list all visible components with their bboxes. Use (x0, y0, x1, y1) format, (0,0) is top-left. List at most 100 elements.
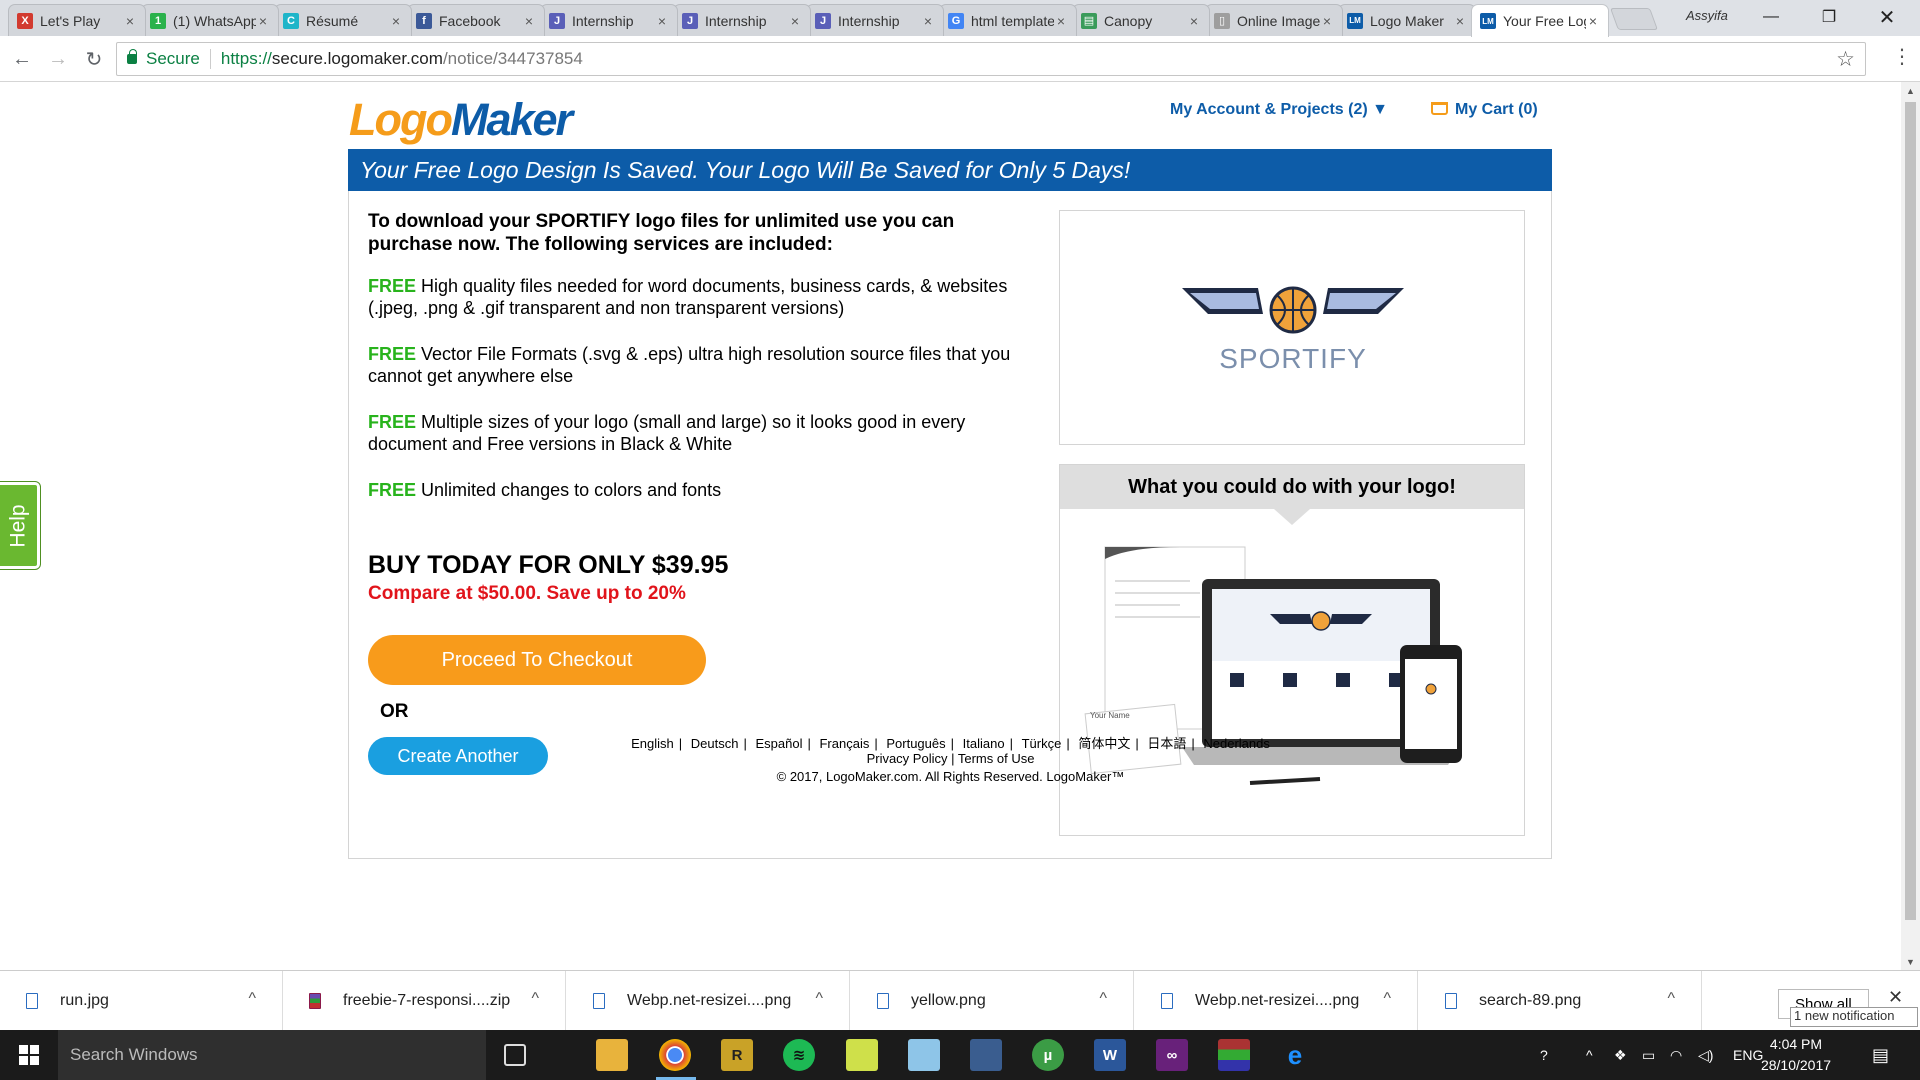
lang-link-english[interactable]: English (631, 736, 674, 751)
tray-overflow-icon[interactable]: ^ (1586, 1030, 1593, 1080)
sticky-notes-icon[interactable] (846, 1039, 878, 1071)
scroll-up-icon[interactable]: ▲ (1901, 82, 1920, 99)
profile-name[interactable]: Assyifa (1686, 8, 1728, 23)
tab-title: Logo Maker (1370, 12, 1444, 29)
browser-tab[interactable]: J Internship × (673, 4, 811, 36)
terms-of-use-link[interactable]: Terms of Use (958, 751, 1035, 766)
tab-title: Let's Play (40, 12, 101, 29)
lang-link-francais[interactable]: Français (819, 736, 869, 751)
tab-close-icon[interactable]: × (655, 13, 669, 29)
address-bar[interactable]: Secure https://secure.logomaker.com/noti… (116, 42, 1866, 76)
windows-search-box[interactable]: Search Windows (58, 1030, 486, 1080)
remote-desktop-icon[interactable] (970, 1039, 1002, 1071)
scroll-thumb[interactable] (1905, 102, 1916, 920)
chevron-up-icon[interactable]: ^ (1099, 990, 1107, 1008)
browser-tab[interactable]: LM Logo Maker × (1338, 4, 1476, 36)
download-item[interactable]: Webp.net-resizei....png ^ (1135, 971, 1418, 1031)
winrar-icon[interactable] (1218, 1039, 1250, 1071)
tab-close-icon[interactable]: × (1453, 13, 1467, 29)
word-icon[interactable]: W (1094, 1039, 1126, 1071)
tab-close-icon[interactable]: × (921, 13, 935, 29)
chevron-up-icon[interactable]: ^ (1667, 990, 1675, 1008)
wifi-icon[interactable]: ◠ (1670, 1030, 1682, 1080)
forward-icon[interactable]: → (44, 45, 72, 73)
download-item[interactable]: Webp.net-resizei....png ^ (567, 971, 850, 1031)
rstudio-icon[interactable]: R (721, 1039, 753, 1071)
account-projects-link[interactable]: My Account & Projects (2) ▼ (1170, 101, 1388, 119)
tab-close-icon[interactable]: × (1586, 13, 1600, 29)
tab-close-icon[interactable]: × (256, 13, 270, 29)
task-view-icon[interactable] (504, 1044, 526, 1066)
browser-tab[interactable]: Ghtml template × (939, 4, 1077, 36)
lang-link-nederlands[interactable]: Nederlands (1203, 736, 1270, 751)
browser-tab[interactable]: J Internship × (806, 4, 944, 36)
tab-close-icon[interactable]: × (1054, 13, 1068, 29)
brand-name: SPORTIFY (1219, 343, 1367, 374)
chrome-icon[interactable] (659, 1039, 691, 1071)
secure-label: Secure (146, 49, 200, 68)
chevron-up-icon[interactable]: ^ (248, 990, 256, 1008)
lang-link-portugues[interactable]: Português (886, 736, 945, 751)
battery-icon[interactable]: ▭ (1642, 1030, 1655, 1080)
close-window-icon[interactable]: ✕ (1858, 0, 1916, 34)
reload-icon[interactable]: ↻ (80, 45, 108, 73)
back-icon[interactable]: ← (8, 45, 36, 73)
proceed-to-checkout-button[interactable]: Proceed To Checkout (368, 635, 706, 685)
lang-link-chinese[interactable]: 简体中文 (1078, 736, 1130, 751)
visual-studio-icon[interactable]: ∞ (1156, 1039, 1188, 1071)
tab-title: Online Image (1237, 12, 1320, 29)
new-tab-button[interactable] (1609, 8, 1659, 30)
browser-tab[interactable]: f Facebook × (407, 4, 545, 36)
restore-icon[interactable]: ❐ (1800, 0, 1858, 34)
browser-tab[interactable]: LM Your Free Logo× (1471, 4, 1609, 37)
vertical-scrollbar[interactable]: ▲ ▼ (1901, 82, 1920, 970)
tab-close-icon[interactable]: × (788, 13, 802, 29)
privacy-policy-link[interactable]: Privacy Policy (867, 751, 948, 766)
tab-favicon-icon: X (17, 12, 33, 29)
chevron-up-icon[interactable]: ^ (531, 990, 539, 1008)
action-center-icon[interactable]: ▤ (1872, 1030, 1889, 1080)
browser-tab[interactable]: 1 (1) WhatsApp × (141, 4, 279, 36)
file-explorer-icon[interactable] (596, 1039, 628, 1071)
system-clock[interactable]: 4:04 PM 28/10/2017 (1756, 1034, 1836, 1076)
download-item[interactable]: yellow.png ^ (851, 971, 1134, 1031)
browser-tab[interactable]: C Résumé × (274, 4, 412, 36)
tab-close-icon[interactable]: × (1320, 13, 1334, 29)
chevron-up-icon[interactable]: ^ (1383, 990, 1391, 1008)
tab-close-icon[interactable]: × (522, 13, 536, 29)
paint-icon[interactable] (908, 1039, 940, 1071)
scroll-down-icon[interactable]: ▼ (1901, 953, 1920, 970)
tab-close-icon[interactable]: × (1187, 13, 1201, 29)
free-label: FREE (368, 276, 417, 296)
edge-icon[interactable]: e (1279, 1039, 1311, 1071)
browser-tab[interactable]: J Internship × (540, 4, 678, 36)
minimize-icon[interactable]: — (1742, 0, 1800, 34)
tab-close-icon[interactable]: × (123, 13, 137, 29)
lang-link-espanol[interactable]: Español (755, 736, 802, 751)
tab-title: Your Free Logo (1503, 13, 1586, 29)
logomaker-logo[interactable]: LogoMaker (349, 94, 573, 146)
help-tray-icon[interactable]: ? (1540, 1030, 1548, 1080)
tab-close-icon[interactable]: × (389, 13, 403, 29)
bookmark-star-icon[interactable]: ☆ (1836, 47, 1855, 72)
chevron-up-icon[interactable]: ^ (815, 990, 823, 1008)
my-cart-link[interactable]: My Cart (0) (1431, 101, 1538, 119)
volume-icon[interactable]: ◁) (1698, 1030, 1713, 1080)
lang-link-turkce[interactable]: Türkçe (1022, 736, 1062, 751)
download-item[interactable]: search-89.png ^ (1419, 971, 1702, 1031)
browser-tab[interactable]: ▯ Online Image × (1205, 4, 1343, 36)
spotify-icon[interactable]: ≋ (783, 1039, 815, 1071)
browser-tab[interactable]: ▤ Canopy × (1072, 4, 1210, 36)
windows-start-icon[interactable] (19, 1045, 39, 1065)
close-shelf-icon[interactable]: ✕ (1888, 987, 1903, 1008)
lang-link-japanese[interactable]: 日本語 (1147, 736, 1186, 751)
utorrent-icon[interactable]: µ (1032, 1039, 1064, 1071)
menu-icon[interactable]: ⋮ (1892, 44, 1912, 69)
lang-link-italiano[interactable]: Italiano (963, 736, 1005, 751)
download-item[interactable]: run.jpg ^ (0, 971, 283, 1031)
lang-link-deutsch[interactable]: Deutsch (691, 736, 739, 751)
help-tab[interactable]: Help (0, 481, 41, 570)
download-item[interactable]: freebie-7-responsi....zip ^ (283, 971, 566, 1031)
browser-tab[interactable]: X Let's Play × (8, 4, 146, 36)
dropbox-icon[interactable]: ❖ (1614, 1030, 1627, 1080)
